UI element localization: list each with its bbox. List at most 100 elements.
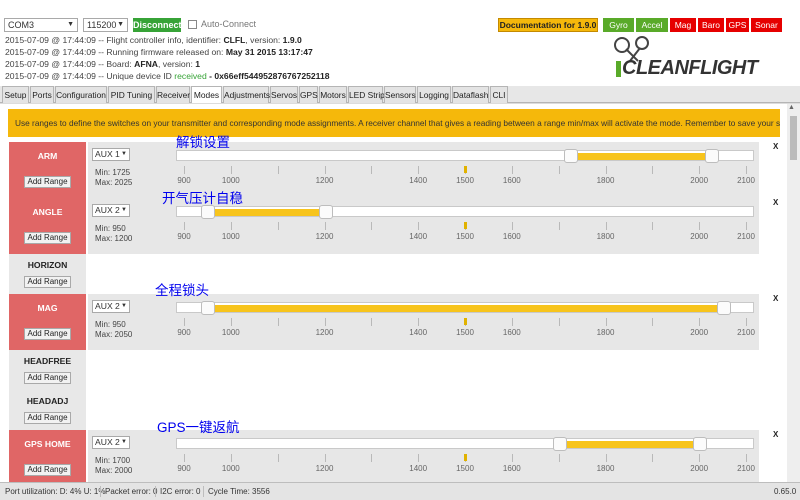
scale-tick	[558, 166, 560, 174]
remove-range-button[interactable]: X	[773, 198, 781, 208]
mode-row-headadj: HEADADJ Add Range	[9, 390, 780, 430]
tab-servos[interactable]: Servos	[270, 86, 298, 103]
tab-dataflash[interactable]: Dataflash	[452, 86, 489, 103]
cycle-time: Cycle Time: 3556	[208, 487, 270, 496]
scale-label: 1500	[456, 232, 474, 241]
documentation-button[interactable]: Documentation for 1.9.0	[498, 18, 598, 32]
range-max-handle[interactable]	[318, 205, 333, 219]
scroll-up-arrow-icon[interactable]: ▲	[788, 104, 795, 111]
scale-label: 2100	[737, 464, 755, 473]
scale-tick	[277, 318, 279, 326]
scale-label: 1200	[315, 464, 334, 473]
content-scrollbar[interactable]: ▲	[787, 104, 800, 482]
help-note: Use ranges to define the switches on you…	[8, 109, 780, 137]
mode-name: ARM	[37, 151, 58, 161]
add-range-button[interactable]: Add Range	[24, 232, 71, 244]
mode-row-angle: ANGLE Add Range AUX 2 ▼ Min: 950 Max: 1200 900…	[9, 198, 780, 254]
remove-range-button[interactable]: X	[773, 142, 781, 152]
range-scale: 900 1000 1200 1400 1500 1600 1800 2000 2100	[176, 453, 755, 483]
scale-label: 2100	[737, 232, 755, 241]
scroll-thumb[interactable]	[790, 116, 797, 160]
tab-receiver[interactable]: Receiver	[156, 86, 190, 103]
range-min-handle[interactable]	[564, 149, 579, 163]
log-line: 2015-07-09 @ 17:44:09 -- Running firmwar…	[5, 47, 313, 57]
scale-tick	[184, 166, 185, 174]
scale-tick	[511, 318, 513, 326]
scale-label: 1200	[315, 232, 334, 241]
range-max-label: Max: 1200	[95, 234, 133, 243]
range-max-label: Max: 2025	[95, 178, 133, 187]
tab-gps[interactable]: GPS	[299, 86, 318, 103]
mode-name-cell: MAG Add Range	[9, 294, 86, 350]
remove-range-button[interactable]: X	[773, 294, 781, 304]
status-divider	[203, 486, 204, 497]
range-slider[interactable]	[176, 205, 754, 219]
scale-label: 2000	[690, 328, 709, 337]
tab-motors[interactable]: Motors	[319, 86, 347, 103]
tab-pid-tuning[interactable]: PID Tuning	[108, 86, 155, 103]
chevron-down-icon: ▼	[121, 303, 127, 309]
annotation-mag: 全程锁头	[155, 283, 209, 298]
scale-label: 1200	[315, 176, 334, 185]
tab-configuration[interactable]: Configuration	[55, 86, 107, 103]
range-scale: 900 1000 1200 1400 1500 1600 1800 2000 2100	[176, 317, 755, 347]
scale-tick	[184, 454, 185, 462]
scale-label: 1000	[221, 232, 240, 241]
aux-channel-select[interactable]: AUX 2 ▼	[92, 204, 130, 217]
mode-name-cell: ANGLE Add Range	[9, 198, 86, 254]
mode-name-cell: HORIZON Add Range	[9, 254, 86, 294]
range-min-handle[interactable]	[201, 205, 216, 219]
range-panel: AUX 2 ▼ Min: 1700 Max: 2000 900 1000 1200 1400 1…	[88, 430, 759, 486]
mode-row-arm: ARM Add Range AUX 1 ▼ Min: 1725 Max: 2025 900 1…	[9, 142, 780, 198]
add-range-button[interactable]: Add Range	[24, 464, 71, 476]
scale-label: 2000	[690, 176, 709, 185]
tab-logging[interactable]: Logging	[417, 86, 451, 103]
tab-modes[interactable]: Modes	[191, 86, 222, 103]
aux-channel-select[interactable]: AUX 2 ▼	[92, 300, 130, 313]
add-range-button[interactable]: Add Range	[24, 176, 71, 188]
mode-name: MAG	[37, 303, 58, 313]
aux-channel-select[interactable]: AUX 1 ▼	[92, 148, 130, 161]
range-min-handle[interactable]	[552, 437, 567, 451]
scale-label: 1400	[409, 464, 428, 473]
scale-tick	[371, 222, 373, 230]
range-min-label: Min: 950	[95, 224, 126, 233]
disconnect-button[interactable]: Disconnect	[133, 18, 182, 32]
mode-name: ANGLE	[32, 207, 63, 217]
range-slider[interactable]	[176, 437, 754, 451]
range-max-handle[interactable]	[716, 301, 731, 315]
auto-connect-checkbox[interactable]	[188, 20, 197, 29]
add-range-button[interactable]: Add Range	[24, 328, 71, 340]
range-slider[interactable]	[176, 301, 754, 315]
scale-tick	[277, 454, 279, 462]
range-max-label: Max: 2000	[95, 466, 133, 475]
range-max-handle[interactable]	[704, 149, 719, 163]
range-max-handle[interactable]	[693, 437, 708, 451]
tab-setup[interactable]: Setup	[2, 86, 29, 103]
top-bar: COM3 ▼ 115200 ▼ Disconnect Auto-Connect …	[0, 0, 800, 88]
tab-bar: Setup Ports Configuration PID Tuning Receive…	[0, 86, 800, 103]
tab-adjustments[interactable]: Adjustments	[223, 86, 270, 103]
sensor-sonar: Sonar	[751, 18, 782, 32]
baud-select[interactable]: 115200 ▼	[83, 18, 128, 32]
port-select[interactable]: COM3 ▼	[4, 18, 78, 32]
scale-label: 1600	[502, 232, 521, 241]
scale-tick	[230, 166, 232, 174]
range-fill	[571, 153, 712, 160]
add-range-button[interactable]: Add Range	[24, 276, 71, 288]
scale-tick	[184, 222, 185, 230]
add-range-button[interactable]: Add Range	[24, 372, 71, 384]
scale-label: 1800	[596, 328, 615, 337]
i2c-error: I2C error: 0	[160, 487, 201, 496]
add-range-button[interactable]: Add Range	[24, 412, 71, 424]
scale-label: 900	[177, 176, 191, 185]
port-select-value: COM3	[8, 20, 35, 30]
tab-ports[interactable]: Ports	[30, 86, 54, 103]
range-min-handle[interactable]	[201, 301, 216, 315]
tab-led-strip[interactable]: LED Strip	[348, 86, 385, 103]
tab-sensors[interactable]: Sensors	[384, 86, 416, 103]
tab-cli[interactable]: CLI	[490, 86, 508, 103]
remove-range-button[interactable]: X	[773, 430, 781, 440]
aux-channel-select[interactable]: AUX 2 ▼	[92, 436, 130, 449]
range-slider[interactable]	[176, 149, 754, 163]
